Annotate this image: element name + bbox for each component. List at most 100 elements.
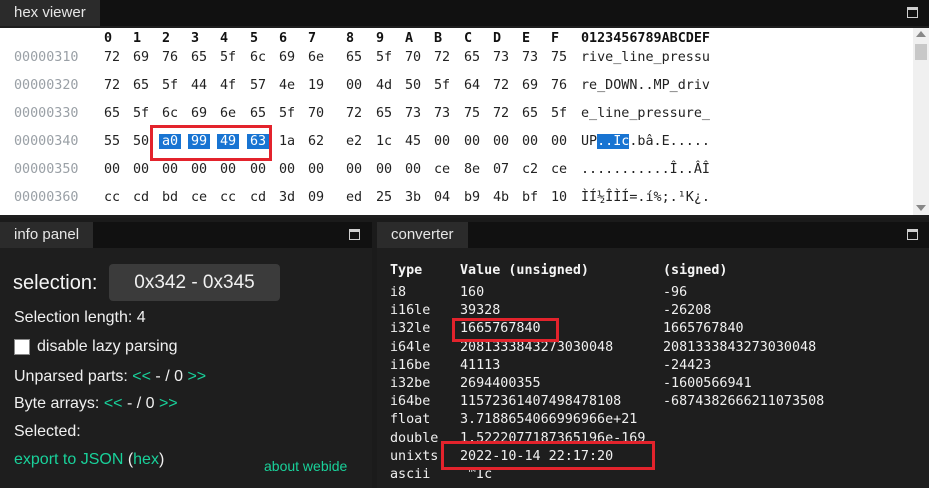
scroll-down-icon[interactable] xyxy=(916,205,926,211)
hex-byte[interactable]: 4d xyxy=(376,78,392,93)
hex-byte[interactable]: c2 xyxy=(522,162,538,177)
hex-byte[interactable]: 57 xyxy=(250,78,266,93)
ascii-text[interactable]: ÌÍ½ÎÌÍ=.í%;.¹K¿. xyxy=(581,190,710,205)
hex-byte[interactable]: ce xyxy=(551,162,567,177)
hex-byte[interactable]: 73 xyxy=(493,50,509,65)
hex-byte[interactable]: 00 xyxy=(308,162,324,177)
scroll-up-icon[interactable] xyxy=(916,31,926,37)
hex-byte[interactable]: 25 xyxy=(376,190,392,205)
hex-byte[interactable]: 65 xyxy=(522,106,538,121)
unparsed-prev-link[interactable]: << xyxy=(132,368,151,385)
hex-byte[interactable]: 3b xyxy=(405,190,421,205)
hex-byte[interactable]: 00 xyxy=(346,162,362,177)
hex-byte[interactable]: 45 xyxy=(405,134,421,149)
hex-byte[interactable]: 69 xyxy=(522,78,538,93)
hex-byte[interactable]: 65 xyxy=(464,50,480,65)
hex-byte[interactable]: e2 xyxy=(346,134,362,149)
disable-lazy-checkbox[interactable] xyxy=(14,339,30,355)
hex-byte[interactable]: 65 xyxy=(250,106,266,121)
hex-byte[interactable]: 09 xyxy=(308,190,324,205)
hex-byte[interactable]: ed xyxy=(346,190,362,205)
maximize-icon[interactable] xyxy=(349,229,360,240)
export-hex-link[interactable]: hex xyxy=(133,451,159,468)
hex-byte[interactable]: 19 xyxy=(308,78,324,93)
hex-byte[interactable]: 6e xyxy=(220,106,236,121)
hex-byte[interactable]: 00 xyxy=(162,162,178,177)
hex-byte[interactable]: 72 xyxy=(104,50,120,65)
hex-byte[interactable]: 62 xyxy=(308,134,324,149)
hex-byte[interactable]: 76 xyxy=(551,78,567,93)
hex-byte[interactable]: 72 xyxy=(104,78,120,93)
hex-byte[interactable]: 3d xyxy=(279,190,295,205)
byte-arrays-next-link[interactable]: >> xyxy=(159,395,178,412)
hex-byte[interactable]: 00 xyxy=(405,162,421,177)
hex-byte[interactable]: 70 xyxy=(405,50,421,65)
hex-byte[interactable]: 4b xyxy=(493,190,509,205)
hex-byte[interactable]: 00 xyxy=(191,162,207,177)
ascii-text[interactable]: re_DOWN..MP_driv xyxy=(581,78,710,93)
hex-byte[interactable]: 4e xyxy=(279,78,295,93)
hex-byte[interactable]: 50 xyxy=(133,134,149,149)
hex-byte[interactable]: 6c xyxy=(250,50,266,65)
hex-byte[interactable]: 75 xyxy=(464,106,480,121)
hex-byte[interactable]: 76 xyxy=(162,50,178,65)
hex-byte[interactable]: bf xyxy=(522,190,538,205)
hex-byte[interactable]: 69 xyxy=(133,50,149,65)
hex-byte[interactable]: cd xyxy=(133,190,149,205)
hex-byte[interactable]: 5f xyxy=(279,106,295,121)
hex-byte[interactable]: 5f xyxy=(220,50,236,65)
about-webide-link[interactable]: about webide xyxy=(264,458,347,474)
tab-hex-viewer[interactable]: hex viewer xyxy=(0,0,100,26)
hex-byte[interactable]: 65 xyxy=(133,78,149,93)
hex-byte[interactable]: 00 xyxy=(279,162,295,177)
hex-byte[interactable]: 50 xyxy=(405,78,421,93)
hex-byte[interactable]: 8e xyxy=(464,162,480,177)
hex-byte[interactable]: 5f xyxy=(162,78,178,93)
ascii-text[interactable]: UP..Ic.bâ.E..... xyxy=(581,134,710,149)
ascii-text[interactable]: rive_line_pressu xyxy=(581,50,710,65)
hex-byte[interactable]: 75 xyxy=(551,50,567,65)
hex-byte[interactable]: 65 xyxy=(376,106,392,121)
maximize-icon[interactable] xyxy=(907,229,918,240)
hex-byte[interactable]: 10 xyxy=(551,190,567,205)
hex-byte[interactable]: 00 xyxy=(104,162,120,177)
hex-byte[interactable]: 00 xyxy=(493,134,509,149)
tab-converter[interactable]: converter xyxy=(377,222,468,248)
hex-byte[interactable]: 72 xyxy=(434,50,450,65)
hex-byte[interactable]: 5f xyxy=(376,50,392,65)
hex-byte[interactable]: 4f xyxy=(220,78,236,93)
hex-byte[interactable]: 00 xyxy=(346,78,362,93)
hex-grid[interactable]: 0 1 2 3 4 5 6 7 8 9 A B C D E F 0123456789ABCDEF 00000310… xyxy=(0,28,913,215)
hex-byte[interactable]: ce xyxy=(191,190,207,205)
byte-arrays-prev-link[interactable]: << xyxy=(104,395,123,412)
hex-byte[interactable]: 69 xyxy=(191,106,207,121)
hex-byte[interactable]: 65 xyxy=(104,106,120,121)
export-json-link[interactable]: export to JSON xyxy=(14,451,123,468)
hex-byte[interactable]: 73 xyxy=(405,106,421,121)
hex-byte[interactable]: 00 xyxy=(522,134,538,149)
maximize-icon[interactable] xyxy=(907,7,918,18)
hex-byte[interactable]: 72 xyxy=(493,106,509,121)
hex-byte[interactable]: 6c xyxy=(162,106,178,121)
hex-byte[interactable]: 73 xyxy=(434,106,450,121)
hex-byte[interactable]: 1a xyxy=(279,134,295,149)
ascii-text[interactable]: ...........Î..ÂÎ xyxy=(581,162,710,177)
hex-byte[interactable]: cd xyxy=(250,190,266,205)
hex-byte[interactable]: b9 xyxy=(464,190,480,205)
hex-byte[interactable]: 70 xyxy=(308,106,324,121)
hex-byte[interactable]: bd xyxy=(162,190,178,205)
hex-byte[interactable]: 69 xyxy=(279,50,295,65)
hex-byte[interactable]: 44 xyxy=(191,78,207,93)
hex-byte[interactable]: 07 xyxy=(493,162,509,177)
hex-byte[interactable]: 65 xyxy=(191,50,207,65)
unparsed-next-link[interactable]: >> xyxy=(187,368,206,385)
hex-byte[interactable]: 64 xyxy=(464,78,480,93)
hex-byte[interactable]: cc xyxy=(220,190,236,205)
hex-byte[interactable]: 00 xyxy=(220,162,236,177)
hex-byte[interactable]: cc xyxy=(104,190,120,205)
hex-byte[interactable]: 5f xyxy=(133,106,149,121)
hex-byte[interactable]: ce xyxy=(434,162,450,177)
hex-byte[interactable]: 04 xyxy=(434,190,450,205)
hex-byte[interactable]: 73 xyxy=(522,50,538,65)
hex-byte[interactable]: 00 xyxy=(133,162,149,177)
